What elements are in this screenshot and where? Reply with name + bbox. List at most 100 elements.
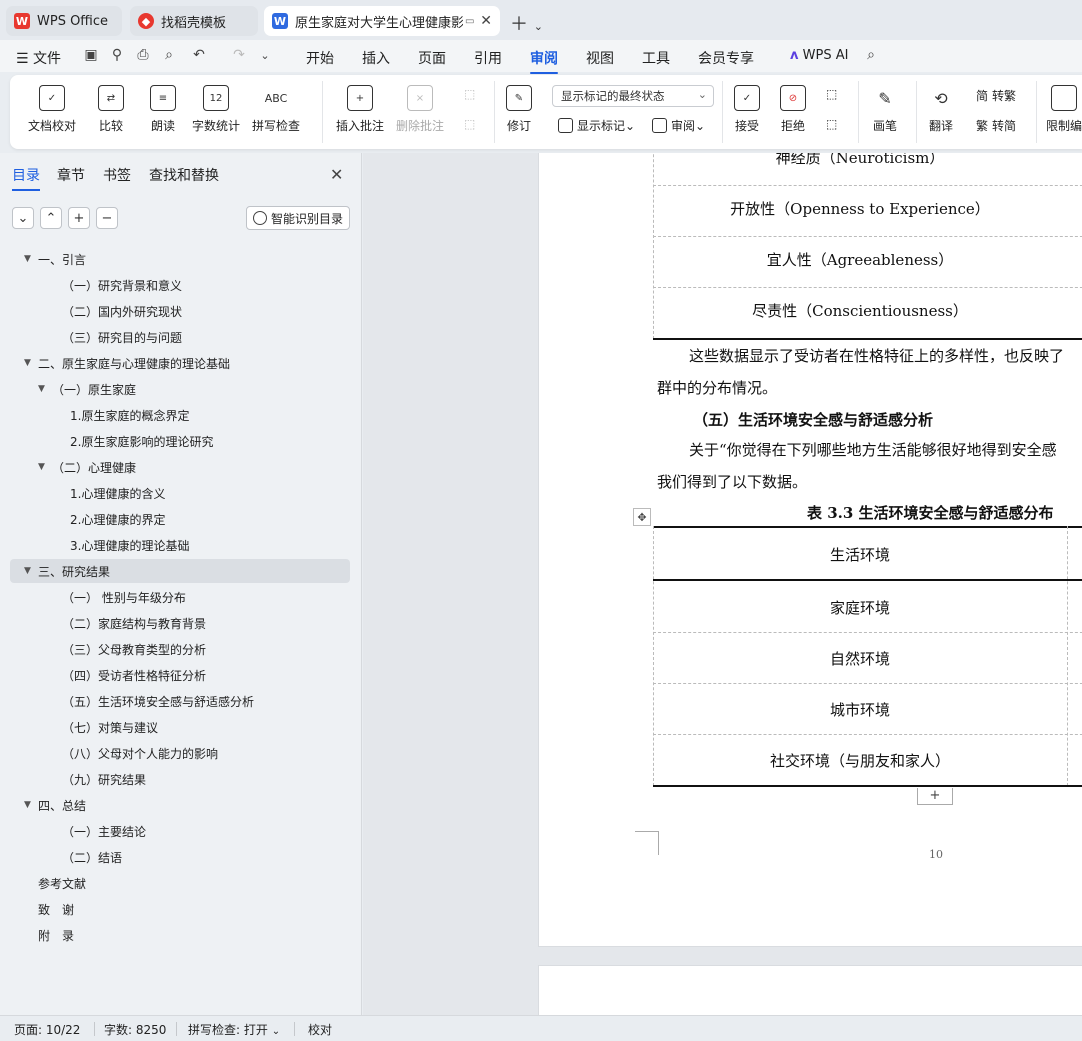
prev-change-icon[interactable]: ⬚ [826,87,837,101]
toc-item[interactable]: ▼ 一、引言 [24,247,86,271]
translate-button[interactable]: ⟲ 翻译 [928,85,954,134]
toc-item[interactable]: （三）父母教育类型的分析 [62,637,206,661]
insert-comment-button[interactable]: + 插入批注 [336,85,384,134]
more-quick-icon[interactable]: ⌄ [256,46,274,64]
toc-item[interactable]: （二）国内外研究现状 [62,299,182,323]
toc-item[interactable]: 3.心理健康的理论基础 [70,533,189,557]
close-tab-icon[interactable]: ✕ [480,13,492,29]
pen-button[interactable]: ✎ 画笔 [872,85,898,134]
body-paragraph[interactable]: 群中的分布情况。 [657,377,777,398]
toc-item[interactable]: 1.心理健康的含义 [70,481,165,505]
tab-docer-templates[interactable]: ◆ 找稻壳模板 [130,6,258,36]
review-pane-button[interactable]: 审阅 ⌄ [652,117,705,134]
add-table-row-button[interactable]: + [917,788,953,805]
menu-page[interactable]: 页面 [418,48,446,68]
expand-all-button[interactable]: ⌄ [12,207,34,229]
toc-item[interactable]: （一） 性别与年级分布 [62,585,186,609]
delete-comment-button[interactable]: × 删除批注 [396,85,444,134]
to-traditional-button[interactable]: 简转繁 [976,87,1016,104]
prev-comment-icon[interactable]: ⬚ [464,87,475,101]
accept-button[interactable]: ✓ 接受 [734,85,760,134]
body-paragraph[interactable]: 关于“你觉得在下列哪些地方生活能够很好地得到安全感 [689,439,1057,460]
section-heading[interactable]: （五）生活环境安全感与舒适感分析 [693,409,933,430]
toc-item[interactable]: ▼ （一）原生家庭 [38,377,136,401]
toc-item[interactable]: （四）受访者性格特征分析 [62,663,206,687]
print-icon[interactable]: ⎙ [134,46,152,64]
toc-item[interactable]: （二）家庭结构与教育背景 [62,611,206,635]
next-change-icon[interactable]: ⬚ [826,117,837,131]
table-move-handle-icon[interactable]: ✥ [633,508,651,526]
body-paragraph[interactable]: 我们得到了以下数据。 [657,471,807,492]
wps-ai-button[interactable]: ʌ WPS AI [790,48,848,63]
toc-item[interactable]: （七）对策与建议 [62,715,158,739]
menu-home[interactable]: 开始 [306,48,334,68]
tab-toc[interactable]: 目录 [12,165,40,191]
table-cell[interactable]: 宜人性（Agreeableness） [653,249,1067,270]
toc-item[interactable]: 致 谢 [38,897,74,921]
show-markup-button[interactable]: 显示标记 ⌄ [558,117,635,134]
remove-heading-button[interactable]: − [96,207,118,229]
spell-check-status[interactable]: 拼写检查: 打开 ⌄ [188,1021,280,1038]
track-changes-button[interactable]: ✎ 修订 [506,85,532,134]
menu-review[interactable]: 审阅 [530,48,558,74]
toc-item[interactable]: 附 录 [38,923,74,947]
body-paragraph[interactable]: 这些数据显示了受访者在性格特征上的多样性，也反映了 [689,345,1064,366]
menu-membership[interactable]: 会员专享 [698,48,754,68]
table-cell[interactable]: 尽责性（Conscientiousness） [653,300,1067,321]
reject-button[interactable]: ⊘ 拒绝 [780,85,806,134]
file-menu[interactable]: ☰ 文件 [16,48,61,68]
table-cell[interactable]: 社交环境（与朋友和家人） [653,750,1067,771]
toc-item[interactable]: 1.原生家庭的概念界定 [70,403,189,427]
table-cell[interactable]: 开放性（Openness to Experience） [653,198,1067,219]
share-icon[interactable]: ⚲ [108,46,126,64]
expand-arrow-icon[interactable]: ▼ [24,566,38,576]
toc-item[interactable]: （八）父母对个人能力的影响 [62,741,218,765]
table-caption[interactable]: 表 3.3 生活环境安全感与舒适感分布 [807,502,1054,523]
menu-insert[interactable]: 插入 [362,48,390,68]
toc-item[interactable]: （三）研究目的与问题 [62,325,182,349]
save-icon[interactable]: ▣ [82,46,100,64]
tab-bookmarks[interactable]: 书签 [103,165,131,185]
next-comment-icon[interactable]: ⬚ [464,117,475,131]
redo-icon[interactable]: ↷ [230,46,248,64]
menu-view[interactable]: 视图 [586,48,614,68]
toc-item[interactable]: 2.心理健康的界定 [70,507,165,531]
word-count-indicator[interactable]: 字数: 8250 [104,1021,166,1038]
toc-item[interactable]: （二）结语 [62,845,122,869]
add-heading-button[interactable]: + [68,207,90,229]
smart-toc-button[interactable]: 智能识别目录 [246,206,350,230]
menu-references[interactable]: 引用 [474,48,502,68]
expand-arrow-icon[interactable]: ▼ [24,254,38,264]
table-cell[interactable]: 城市环境 [653,699,1067,720]
markup-mode-select[interactable]: 显示标记的最终状态 ⌄ [552,85,714,107]
word-count-button[interactable]: 12 字数统计 [192,85,240,134]
collapse-all-button[interactable]: ⌃ [40,207,62,229]
tab-wps-office[interactable]: W WPS Office [6,6,122,36]
table-cell[interactable]: 自然环境 [653,648,1067,669]
expand-arrow-icon[interactable]: ▼ [24,800,38,810]
new-tab-button[interactable]: ＋ ⌄ [510,10,543,36]
toc-item[interactable]: ▼ 二、原生家庭与心理健康的理论基础 [24,351,230,375]
table-header-cell[interactable]: 生活环境 [653,544,1067,565]
toc-item[interactable]: （九）研究结果 [62,767,146,791]
expand-arrow-icon[interactable]: ▼ [38,462,52,472]
expand-arrow-icon[interactable]: ▼ [38,384,52,394]
toc-item[interactable]: ▼ （二）心理健康 [38,455,136,479]
toc-item[interactable]: （五）生活环境安全感与舒适感分析 [62,689,254,713]
undo-icon[interactable]: ↶ [190,46,208,64]
to-simplified-button[interactable]: 繁转简 [976,117,1016,134]
tab-current-document[interactable]: W 原生家庭对大学生心理健康影响 ▭ ✕ [264,6,500,36]
toc-item[interactable]: 参考文献 [38,871,86,895]
tab-chapters[interactable]: 章节 [57,165,85,185]
read-aloud-button[interactable]: ≡ 朗读 [150,85,176,134]
toc-item[interactable]: （一）主要结论 [62,819,146,843]
table-cell[interactable]: 神经质（Neuroticism） [653,153,1067,168]
print-preview-icon[interactable]: ⌕ [160,46,178,64]
page-indicator[interactable]: 页面: 10/22 [14,1021,80,1038]
menu-tools[interactable]: 工具 [642,48,670,68]
table-cell[interactable]: 家庭环境 [653,597,1067,618]
toc-item[interactable]: ▼ 四、总结 [24,793,86,817]
toc-item[interactable]: （一）研究背景和意义 [62,273,182,297]
close-pane-icon[interactable]: ✕ [330,165,343,184]
restrict-edit-button[interactable]: 限制编 [1046,85,1082,134]
